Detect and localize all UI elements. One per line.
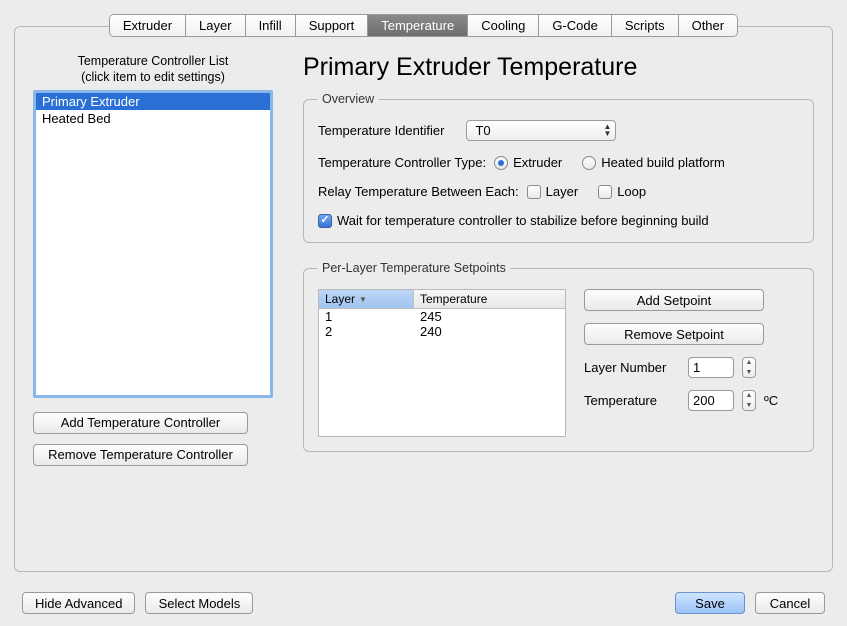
col-header-layer[interactable]: Layer ▼ <box>319 290 414 308</box>
temperature-unit: ºC <box>764 393 778 408</box>
tab-infill[interactable]: Infill <box>246 15 296 36</box>
checkbox-icon <box>598 185 612 199</box>
remove-setpoint-button[interactable]: Remove Setpoint <box>584 323 764 345</box>
relay-loop-checkbox[interactable]: Loop <box>598 184 646 199</box>
main-panel: Temperature Controller List (click item … <box>14 26 833 572</box>
identifier-label: Temperature Identifier <box>318 123 444 138</box>
chevron-updown-icon: ▲▼ <box>604 123 612 137</box>
controller-list-title: Temperature Controller List (click item … <box>33 53 273 86</box>
tab-scripts[interactable]: Scripts <box>612 15 679 36</box>
temperature-label: Temperature <box>584 393 680 408</box>
tab-cooling[interactable]: Cooling <box>468 15 539 36</box>
tab-gcode[interactable]: G-Code <box>539 15 612 36</box>
overview-group: Overview Temperature Identifier T0 ▲▼ Te… <box>303 92 814 243</box>
temperature-input[interactable] <box>688 390 734 411</box>
table-row[interactable]: 1 245 <box>319 309 565 324</box>
layer-number-stepper[interactable]: ▲▼ <box>742 357 756 378</box>
setpoints-table[interactable]: Layer ▼ Temperature 1 245 2 240 <box>318 289 566 437</box>
select-models-button[interactable]: Select Models <box>145 592 253 614</box>
table-row[interactable]: 2 240 <box>319 324 565 339</box>
setpoints-group: Per-Layer Temperature Setpoints Layer ▼ … <box>303 261 814 452</box>
layer-number-input[interactable] <box>688 357 734 378</box>
radio-extruder[interactable]: Extruder <box>494 155 562 170</box>
tab-layer[interactable]: Layer <box>186 15 246 36</box>
overview-legend: Overview <box>318 92 378 106</box>
radio-heated-platform[interactable]: Heated build platform <box>582 155 725 170</box>
cancel-button[interactable]: Cancel <box>755 592 825 614</box>
controller-type-label: Temperature Controller Type: <box>318 155 486 170</box>
remove-controller-button[interactable]: Remove Temperature Controller <box>33 444 248 466</box>
tab-extruder[interactable]: Extruder <box>110 15 186 36</box>
add-controller-button[interactable]: Add Temperature Controller <box>33 412 248 434</box>
checkbox-icon <box>527 185 541 199</box>
tab-other[interactable]: Other <box>679 15 738 36</box>
add-setpoint-button[interactable]: Add Setpoint <box>584 289 764 311</box>
identifier-select[interactable]: T0 ▲▼ <box>466 120 616 141</box>
tab-support[interactable]: Support <box>296 15 369 36</box>
checkbox-icon <box>318 214 332 228</box>
wait-stabilize-checkbox[interactable]: Wait for temperature controller to stabi… <box>318 213 709 228</box>
setpoints-legend: Per-Layer Temperature Setpoints <box>318 261 510 275</box>
temperature-stepper[interactable]: ▲▼ <box>742 390 756 411</box>
layer-number-label: Layer Number <box>584 360 680 375</box>
col-header-temperature[interactable]: Temperature <box>414 290 565 308</box>
page-title: Primary Extruder Temperature <box>303 53 814 82</box>
relay-label: Relay Temperature Between Each: <box>318 184 519 199</box>
hide-advanced-button[interactable]: Hide Advanced <box>22 592 135 614</box>
list-item[interactable]: Primary Extruder <box>36 93 270 110</box>
tab-temperature[interactable]: Temperature <box>368 15 468 36</box>
tabs-bar: Extruder Layer Infill Support Temperatur… <box>109 14 738 37</box>
controller-list[interactable]: Primary Extruder Heated Bed <box>33 90 273 398</box>
radio-dot-icon <box>494 156 508 170</box>
save-button[interactable]: Save <box>675 592 745 614</box>
sort-desc-icon: ▼ <box>359 295 367 304</box>
radio-dot-icon <box>582 156 596 170</box>
list-item[interactable]: Heated Bed <box>36 110 270 127</box>
relay-layer-checkbox[interactable]: Layer <box>527 184 579 199</box>
